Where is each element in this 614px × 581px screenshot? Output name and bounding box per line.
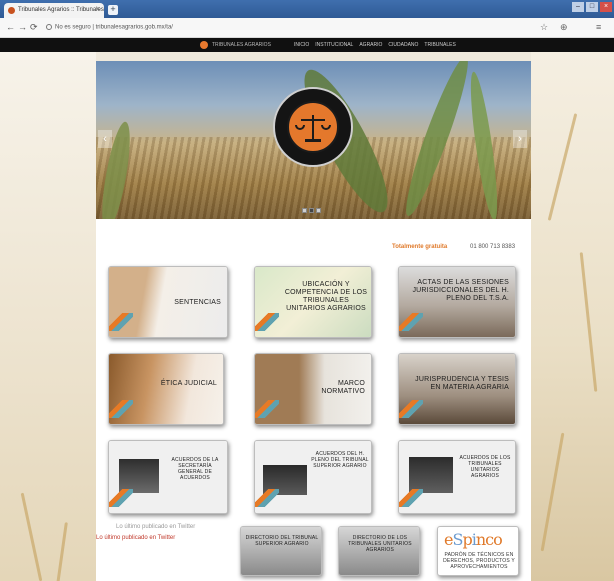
card-directorio-unitarios[interactable]: DIRECTORIO DE LOS TRIBUNALES UNITARIOS A…	[338, 526, 420, 576]
slide-dot[interactable]	[302, 208, 307, 213]
card-actas[interactable]: ACTAS DE LAS SESIONES JURISDICCIONALES D…	[398, 266, 516, 338]
wheat-stalk-decoration	[540, 432, 565, 552]
slide-dot-active[interactable]	[309, 208, 314, 213]
background-left	[0, 52, 96, 581]
site-name[interactable]: TRIBUNALES AGRARIOS	[212, 42, 271, 48]
wheat-stalk-decoration	[579, 252, 598, 392]
close-window-button[interactable]: ×	[600, 2, 612, 12]
site-logo-icon[interactable]	[200, 41, 208, 49]
minimize-button[interactable]: –	[572, 2, 584, 12]
twitter-heading: Lo último publicado en Twitter	[116, 524, 196, 530]
card-espinco[interactable]: eSpinco PADRÓN DE TÉCNICOS EN DERECHOS, …	[437, 526, 519, 576]
balance-scale-icon	[287, 101, 339, 153]
favicon-icon	[8, 7, 15, 14]
phone-number[interactable]: 01 800 713 8383	[470, 244, 515, 250]
card-label: JURISPRUDENCIA Y TESIS EN MATERIA AGRARI…	[415, 376, 509, 391]
bookmark-star-icon[interactable]: ☆	[540, 22, 548, 33]
card-etica[interactable]: ÉTICA JUDICIAL	[108, 353, 224, 425]
close-tab-icon[interactable]: ×	[96, 6, 100, 13]
reload-icon[interactable]: ⟳	[30, 22, 38, 33]
card-label: DIRECTORIO DE LOS TRIBUNALES UNITARIOS A…	[348, 535, 412, 553]
espinco-logo: eSpinco	[444, 530, 503, 549]
main-menu: INICIO INSTITUCIONAL AGRARIO CIUDADANO T…	[294, 42, 456, 48]
browser-tab[interactable]: Tribunales Agrarios :: Tribunales ×	[4, 3, 104, 18]
menu-item-agrario[interactable]: AGRARIO	[359, 42, 382, 48]
menu-icon[interactable]: ≡	[596, 22, 601, 32]
card-sentencias[interactable]: SENTENCIAS	[108, 266, 228, 338]
slider-next-button[interactable]: ›	[513, 130, 527, 148]
card-acuerdos-pleno[interactable]: ACUERDOS DEL H. PLENO DEL TRIBUNAL SUPER…	[254, 440, 372, 514]
menu-item-institucional[interactable]: INSTITUCIONAL	[315, 42, 353, 48]
card-label: ACUERDOS DE LOS TRIBUNALES UNITARIOS AGR…	[459, 455, 511, 479]
card-acuerdos-secretaria[interactable]: ACUERDOS DE LA SECRETARÍA GENERAL DE ACU…	[108, 440, 228, 514]
url-security: No es seguro	[55, 24, 91, 31]
slider-prev-button[interactable]: ‹	[98, 130, 112, 148]
card-marco-normativo[interactable]: MARCO NORMATIVO	[254, 353, 372, 425]
card-label: MARCO NORMATIVO	[321, 380, 365, 395]
back-icon[interactable]: ←	[6, 22, 15, 32]
card-label: ACTAS DE LAS SESIONES JURISDICCIONALES D…	[412, 279, 509, 302]
slider-pagination	[302, 208, 321, 213]
info-icon	[46, 24, 52, 30]
maximize-button[interactable]: □	[586, 2, 598, 12]
card-acuerdos-unitarios[interactable]: ACUERDOS DE LOS TRIBUNALES UNITARIOS AGR…	[398, 440, 516, 514]
wheat-stalk-decoration	[547, 113, 578, 221]
new-tab-button[interactable]: +	[108, 5, 118, 15]
twitter-link[interactable]: Lo último publicado en Twitter	[96, 535, 175, 541]
wheat-stalk-decoration	[20, 492, 43, 581]
card-label: ACUERDOS DE LA SECRETARÍA GENERAL DE ACU…	[171, 457, 219, 481]
url-text: tribunalesagrarios.gob.mx/ta/	[95, 24, 173, 31]
menu-item-ciudadano[interactable]: CIUDADANO	[388, 42, 418, 48]
address-bar: ← → ⟳ No es seguro | tribunalesagrarios.…	[0, 18, 614, 38]
document-signing-image	[409, 457, 453, 493]
card-label: SENTENCIAS	[174, 299, 221, 306]
window-controls: – □ ×	[572, 2, 612, 12]
card-jurisprudencia[interactable]: JURISPRUDENCIA Y TESIS EN MATERIA AGRARI…	[398, 353, 516, 425]
card-label: DIRECTORIO DEL TRIBUNAL SUPERIOR AGRARIO	[245, 535, 319, 547]
card-directorio-superior[interactable]: DIRECTORIO DEL TRIBUNAL SUPERIOR AGRARIO	[240, 526, 322, 576]
browser-tabbar: Tribunales Agrarios :: Tribunales × + – …	[0, 0, 614, 18]
background-right	[531, 52, 614, 581]
url-input[interactable]: No es seguro | tribunalesagrarios.gob.mx…	[46, 21, 466, 34]
tribunales-agrarios-seal	[273, 87, 353, 167]
card-label: ACUERDOS DEL H. PLENO DEL TRIBUNAL SUPER…	[311, 451, 369, 469]
site-navbar: TRIBUNALES AGRARIOS INICIO INSTITUCIONAL…	[0, 38, 614, 52]
menu-item-tribunales[interactable]: TRIBUNALES	[424, 42, 455, 48]
card-label: PADRÓN DE TÉCNICOS EN DERECHOS, PRODUCTO…	[443, 552, 515, 570]
card-ubicacion[interactable]: UBICACIÓN Y COMPETENCIA DE LOS TRIBUNALE…	[254, 266, 372, 338]
forward-icon[interactable]: →	[18, 22, 27, 32]
extension-icon[interactable]: ⊕	[560, 22, 568, 33]
card-label: UBICACIÓN Y COMPETENCIA DE LOS TRIBUNALE…	[284, 281, 368, 312]
menu-item-inicio[interactable]: INICIO	[294, 42, 309, 48]
free-phone-label: Totalmente gratuita	[392, 244, 448, 250]
wheat-stalk-decoration	[55, 522, 68, 581]
document-signing-image	[119, 459, 159, 493]
slide-dot[interactable]	[316, 208, 321, 213]
card-label: ÉTICA JUDICIAL	[160, 380, 217, 387]
tab-title: Tribunales Agrarios :: Tribunales	[18, 7, 104, 13]
